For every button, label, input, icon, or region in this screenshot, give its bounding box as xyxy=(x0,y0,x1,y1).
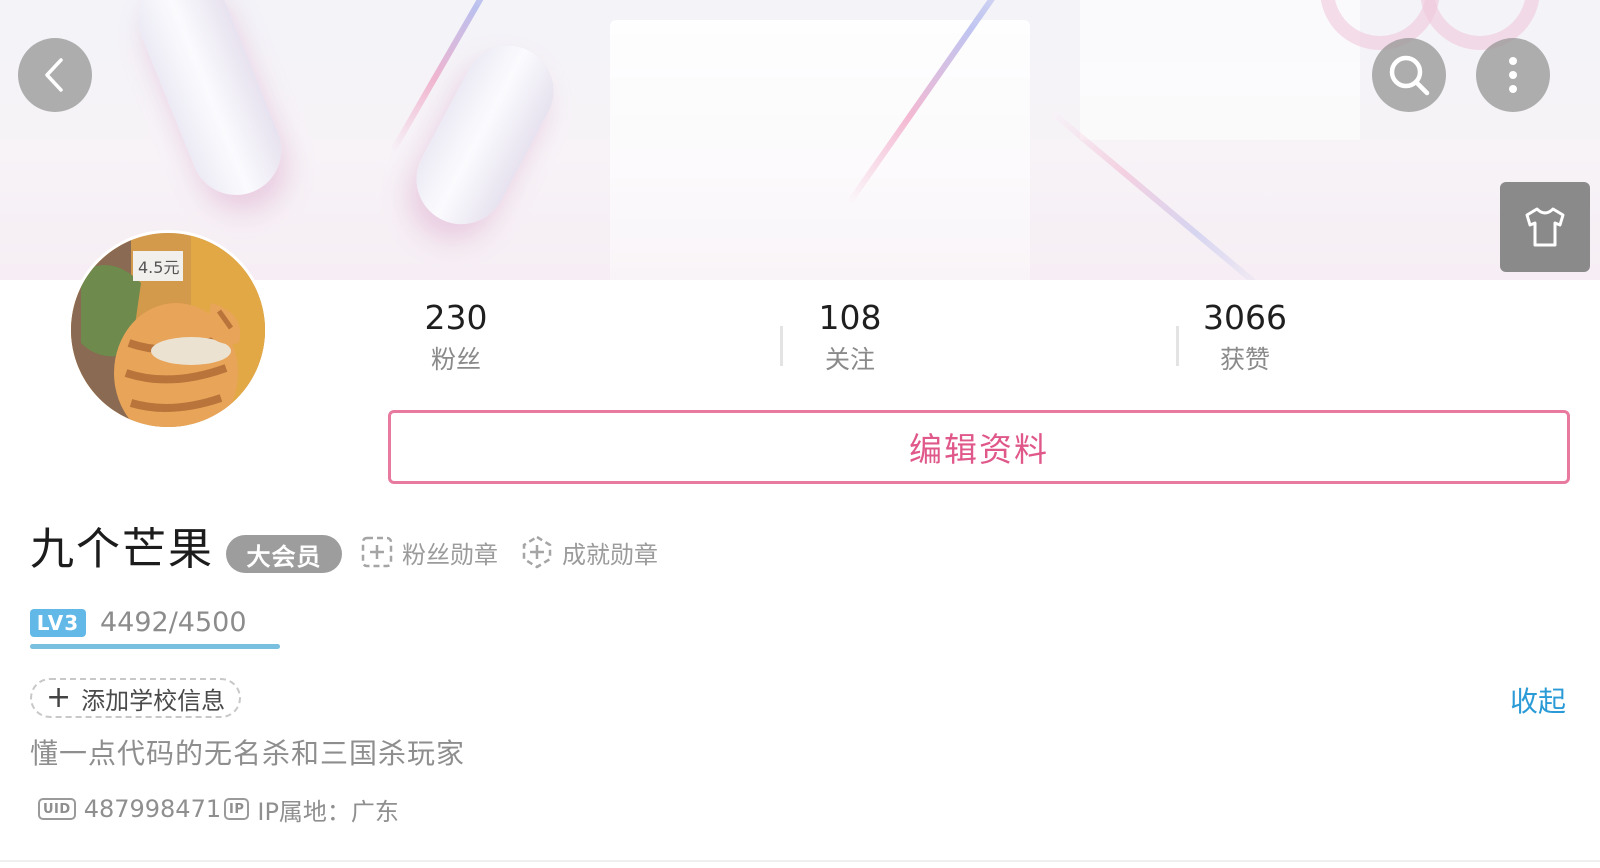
ip-location: IP属地：广东 xyxy=(257,797,399,826)
back-button[interactable] xyxy=(18,38,92,112)
following-count: 108 xyxy=(818,298,882,337)
bio-text: 懂一点代码的无名杀和三国杀玩家 xyxy=(30,737,466,770)
fans-count: 230 xyxy=(424,298,488,337)
banner-decoration xyxy=(610,20,1030,280)
achievement-medal-label: 成就勋章 xyxy=(562,540,658,569)
exp-text: 4492/4500 xyxy=(100,607,247,638)
banner-decoration xyxy=(400,29,570,241)
stat-following[interactable]: 108 关注 xyxy=(720,296,980,380)
add-badge-icon xyxy=(361,536,393,568)
collapse-button[interactable]: 收起 xyxy=(1510,680,1566,720)
search-icon xyxy=(1389,55,1430,96)
uid-value: 487998471 xyxy=(83,795,222,823)
fans-label: 粉丝 xyxy=(430,345,481,374)
edit-profile-button[interactable]: 编辑资料 xyxy=(388,410,1570,484)
level-badge[interactable]: LV3 xyxy=(30,609,86,637)
likes-count: 3066 xyxy=(1203,298,1287,337)
uid-icon: UID xyxy=(38,798,76,820)
price-tag: 4.5元 xyxy=(138,258,179,277)
chevron-left-icon xyxy=(45,58,63,92)
section-divider xyxy=(0,860,1600,862)
plus-icon: + xyxy=(46,680,72,715)
tshirt-icon xyxy=(1525,207,1565,247)
banner-decoration xyxy=(125,0,295,209)
likes-label: 获赞 xyxy=(1219,345,1270,374)
fan-medal-label: 粉丝勋章 xyxy=(402,540,498,569)
achievement-medal-button[interactable]: 成就勋章 xyxy=(520,532,658,572)
add-school-label: 添加学校信息 xyxy=(81,686,226,715)
following-label: 关注 xyxy=(824,345,875,374)
theme-button[interactable] xyxy=(1500,182,1590,272)
avatar-image: 4.5元 xyxy=(71,233,265,427)
add-achievement-icon xyxy=(522,535,552,569)
ip-info: IP IP属地：广东 xyxy=(224,792,399,826)
more-vertical-icon xyxy=(1509,57,1517,93)
username: 九个芒果 xyxy=(30,524,214,575)
more-button[interactable] xyxy=(1476,38,1550,112)
profile-page: 4.5元 230 粉丝 108 关注 3066 获赞 编辑资料 九个芒果 大会员 xyxy=(0,0,1600,868)
search-button[interactable] xyxy=(1372,38,1446,112)
avatar[interactable]: 4.5元 xyxy=(68,230,268,430)
exp-progress-bar xyxy=(30,644,280,649)
fan-medal-button[interactable]: 粉丝勋章 xyxy=(360,532,498,572)
vip-badge[interactable]: 大会员 xyxy=(226,535,342,573)
stat-fans[interactable]: 230 粉丝 xyxy=(326,296,586,380)
stat-likes[interactable]: 3066 获赞 xyxy=(1115,296,1375,380)
exp-progress-fill xyxy=(30,644,280,649)
uid-info[interactable]: UID 487998471 xyxy=(38,792,221,826)
add-school-button[interactable]: + 添加学校信息 xyxy=(30,678,242,718)
profile-banner xyxy=(0,0,1600,280)
ip-icon: IP xyxy=(224,798,250,820)
banner-decoration xyxy=(1080,0,1360,140)
